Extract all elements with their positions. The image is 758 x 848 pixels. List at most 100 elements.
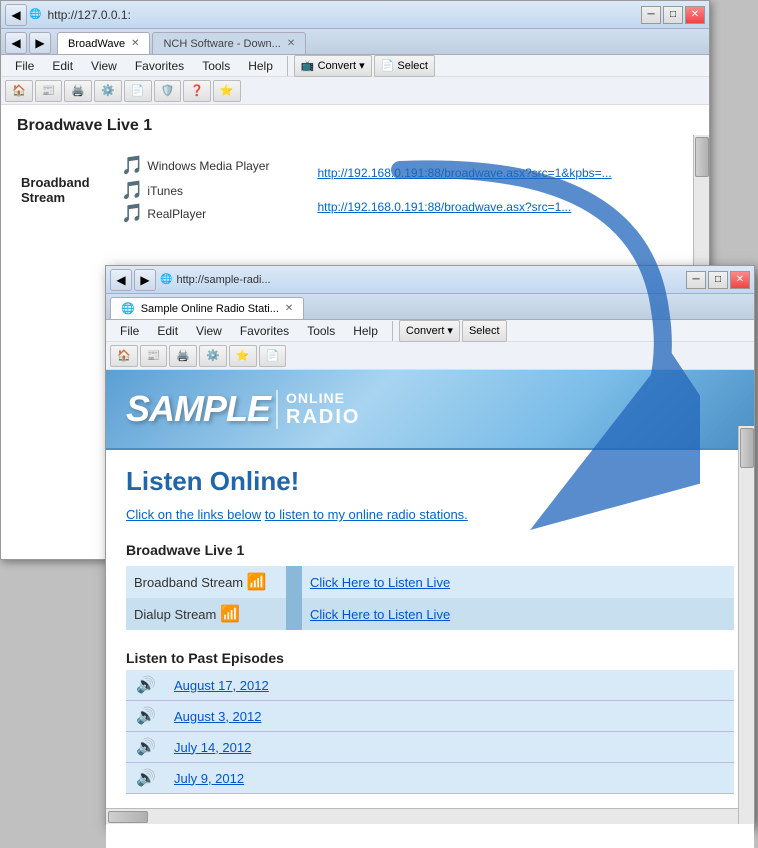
back-page-title: Broadwave Live 1 (17, 117, 693, 135)
episode-link-3[interactable]: July 9, 2012 (174, 771, 244, 786)
back-browser-icon: 🌐 (29, 9, 41, 20)
back-nav-forward[interactable]: ▶ (29, 32, 51, 54)
back-home-btn[interactable]: 🏠 (5, 80, 33, 102)
back-toolbar: 🏠 📰 🖨️ ⚙️ 📄 🛡️ ❓ ⭐ (1, 77, 709, 105)
front-browser-window: ◀ ▶ 🌐 http://sample-radi... ─ □ ✕ 🌐 Samp… (105, 265, 755, 825)
episode-link-cell-2: July 14, 2012 (166, 732, 734, 763)
front-tab-radio[interactable]: 🌐 Sample Online Radio Stati... ✕ (110, 297, 304, 319)
back-url-1[interactable]: http://192.168.0.191:88/broadwave.asx?sr… (317, 166, 611, 180)
back-star-btn[interactable]: ⭐ (213, 80, 241, 102)
back-menu-tools[interactable]: Tools (194, 57, 238, 75)
back-menu-file[interactable]: File (7, 57, 42, 75)
back-tools-btn[interactable]: ⚙️ (94, 80, 122, 102)
episode-link-2[interactable]: July 14, 2012 (174, 740, 251, 755)
back-page-btn[interactable]: 📄 (124, 80, 152, 102)
front-toolbar: 🏠 📰 🖨️ ⚙️ ⭐ 📄 (106, 342, 754, 370)
back-btn-back[interactable]: ◀ (5, 4, 27, 26)
back-itunes-name: iTunes (147, 184, 183, 198)
front-h-scrollbar-thumb[interactable] (108, 811, 148, 823)
front-menu-edit[interactable]: Edit (149, 322, 186, 340)
back-menu-view[interactable]: View (83, 57, 125, 75)
front-page-btn[interactable]: 📄 (259, 345, 287, 367)
episode-row-0: 🔊 August 17, 2012 (126, 670, 734, 701)
front-tab-label: 🌐 (121, 302, 135, 315)
front-select-btn[interactable]: Select (462, 320, 507, 342)
front-print-btn[interactable]: 🖨️ (169, 345, 197, 367)
episode-link-cell-3: July 9, 2012 (166, 763, 734, 794)
station-section: Broadwave Live 1 Broadband Stream 📶 Clic… (126, 538, 734, 630)
front-v-scrollbar[interactable] (738, 426, 754, 824)
front-close-btn[interactable]: ✕ (730, 271, 750, 289)
front-btn-forward[interactable]: ▶ (134, 269, 156, 291)
logo-radio-text: RADIO (286, 406, 360, 429)
back-nav-back[interactable]: ◀ (5, 32, 27, 54)
episode-icon-cell-3: 🔊 (126, 763, 166, 794)
dialup-name-text: Dialup Stream (134, 607, 216, 622)
front-address-text: http://sample-radi... (176, 274, 270, 286)
stream-list-table: Broadband Stream 📶 Click Here to Listen … (126, 566, 734, 630)
back-scrollbar-thumb[interactable] (695, 137, 709, 177)
front-star-btn[interactable]: ⭐ (229, 345, 257, 367)
back-safety-btn[interactable]: 🛡️ (154, 80, 182, 102)
back-menu-help[interactable]: Help (240, 57, 281, 75)
tab-broadwave-close[interactable]: ✕ (131, 38, 139, 49)
back-menu-edit[interactable]: Edit (44, 57, 81, 75)
back-tab-bar: ◀ ▶ BroadWave ✕ NCH Software - Down... ✕ (1, 29, 709, 55)
front-h-scrollbar[interactable] (106, 808, 738, 824)
front-menu-bar: File Edit View Favorites Tools Help Conv… (106, 320, 754, 342)
radio-logo: SAMPLE ONLINE RADIO (126, 388, 360, 430)
dialup-signal-icon: 📶 (220, 606, 240, 623)
back-nch-icon: 📺 (301, 59, 315, 72)
tab-nch[interactable]: NCH Software - Down... ✕ (152, 32, 306, 54)
back-stream-table: Broadband Stream 🎵 Windows Media Player … (17, 149, 693, 230)
back-url-2[interactable]: http://192.168.0.191:88/broadwave.asx?sr… (317, 200, 571, 214)
back-realplayer-name: RealPlayer (147, 207, 206, 221)
front-maximize-btn[interactable]: □ (708, 271, 728, 289)
back-help-btn[interactable]: ❓ (183, 80, 211, 102)
front-menu-help[interactable]: Help (345, 322, 386, 340)
front-minimize-btn[interactable]: ─ (686, 271, 706, 289)
back-stream-row: Broadband Stream 🎵 Windows Media Player … (17, 149, 693, 230)
front-home-btn[interactable]: 🏠 (110, 345, 138, 367)
episode-link-0[interactable]: August 17, 2012 (174, 678, 269, 693)
episode-row-3: 🔊 July 9, 2012 (126, 763, 734, 794)
dialup-listen-link[interactable]: Click Here to Listen Live (310, 607, 450, 622)
episode-audio-icon-3: 🔊 (136, 770, 156, 787)
episode-icon-cell-1: 🔊 (126, 701, 166, 732)
front-rss-btn[interactable]: 📰 (140, 345, 168, 367)
tab-broadwave[interactable]: BroadWave ✕ (57, 32, 150, 54)
back-wmp-name: Windows Media Player (147, 159, 269, 173)
front-btn-back[interactable]: ◀ (110, 269, 132, 291)
front-v-scrollbar-thumb[interactable] (740, 428, 754, 468)
back-menu-favorites[interactable]: Favorites (127, 57, 192, 75)
back-select-btn[interactable]: 📄 Select (374, 55, 435, 77)
tab-nch-close[interactable]: ✕ (287, 38, 295, 49)
front-menu-file[interactable]: File (112, 322, 147, 340)
broadband-signal-icon: 📶 (247, 574, 267, 591)
front-menu-favorites[interactable]: Favorites (232, 322, 297, 340)
back-convert-btn[interactable]: 📺 Convert ▾ (294, 55, 372, 77)
front-tools-btn[interactable]: ⚙️ (199, 345, 227, 367)
back-wmp-icon: 🎵 (121, 155, 143, 176)
broadband-listen-link[interactable]: Click Here to Listen Live (310, 575, 450, 590)
broadband-name-text: Broadband Stream (134, 575, 243, 590)
back-minimize-btn[interactable]: ─ (641, 6, 661, 24)
front-title-bar: ◀ ▶ 🌐 http://sample-radi... ─ □ ✕ (106, 266, 754, 294)
back-maximize-btn[interactable]: □ (663, 6, 683, 24)
back-itunes-cell: 🎵 iTunes (121, 180, 309, 201)
back-convert-label: Convert (318, 60, 357, 72)
front-convert-btn[interactable]: Convert ▾ (399, 320, 460, 342)
back-close-btn[interactable]: ✕ (685, 6, 705, 24)
episode-link-1[interactable]: August 3, 2012 (174, 709, 261, 724)
back-title-bar: ◀ 🌐 http://127.0.0.1: ─ □ ✕ (1, 1, 709, 29)
front-convert-arrow: ▾ (447, 324, 453, 337)
front-menu-tools[interactable]: Tools (299, 322, 343, 340)
front-tab-close[interactable]: ✕ (285, 303, 293, 314)
episode-audio-icon-1: 🔊 (136, 708, 156, 725)
back-print-btn[interactable]: 🖨️ (64, 80, 92, 102)
stream-row-dialup: Dialup Stream 📶 Click Here to Listen Liv… (126, 598, 734, 630)
back-menu-bar: File Edit View Favorites Tools Help 📺 Co… (1, 55, 709, 77)
episode-icon-cell-2: 🔊 (126, 732, 166, 763)
back-rss-btn[interactable]: 📰 (35, 80, 63, 102)
front-menu-view[interactable]: View (188, 322, 230, 340)
